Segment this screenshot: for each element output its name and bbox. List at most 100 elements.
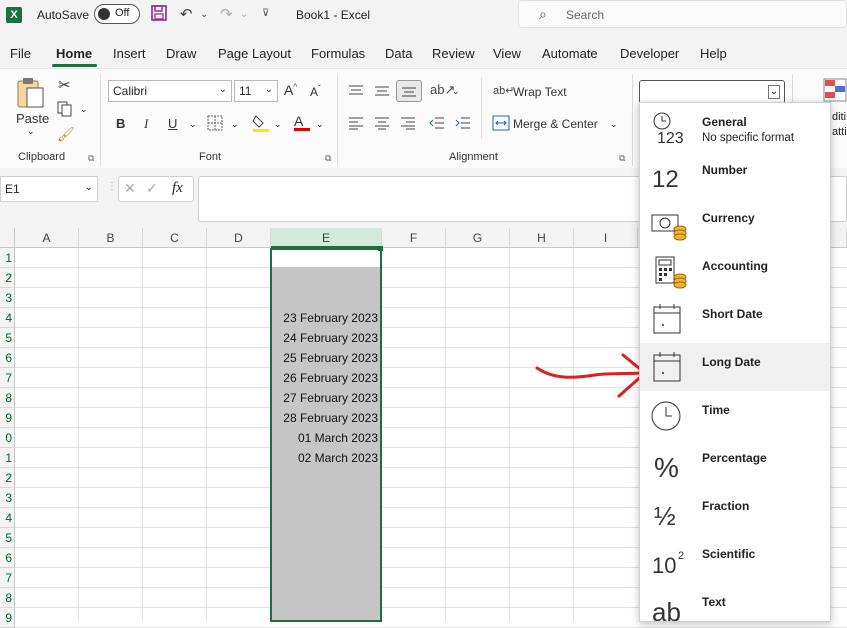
borders-icon[interactable] [207,115,223,134]
name-box[interactable]: E1 ⌄ [0,176,98,202]
cancel-icon[interactable]: ✕ [124,180,136,197]
row-header[interactable]: 6 [0,548,15,568]
copy-icon[interactable] [57,101,73,120]
fill-color-icon[interactable] [252,113,270,136]
undo-dropdown-icon[interactable]: ⌄ [200,9,208,20]
row-header[interactable]: 4 [0,508,15,528]
tab-formulas[interactable]: Formulas [311,46,365,61]
align-left-icon[interactable] [348,116,364,133]
format-option-general[interactable]: 123 General No specific format [640,103,830,151]
save-icon[interactable] [151,5,167,25]
increase-font-size-icon[interactable]: A^ [284,82,297,98]
underline-button[interactable]: U [168,116,177,131]
format-option-long-date[interactable]: Long Date [640,343,830,391]
redo-dropdown-icon[interactable]: ⌄ [240,9,248,20]
insert-function-button[interactable]: fx [172,180,183,197]
row-header[interactable]: 7 [0,568,15,588]
column-header-c[interactable]: C [143,228,207,248]
customize-qat-icon[interactable]: ⊽ [262,8,269,19]
font-launcher-icon[interactable]: ⧉ [325,153,331,164]
underline-dropdown-icon[interactable]: ⌄ [189,119,197,130]
borders-dropdown-icon[interactable]: ⌄ [231,119,239,130]
row-header[interactable]: 0 [0,428,15,448]
font-name-combo[interactable]: Calibri ⌄ [108,80,232,102]
align-center-icon[interactable] [374,116,390,133]
column-header-i[interactable]: I [574,228,638,248]
column-header-a[interactable]: A [15,228,79,248]
cut-icon[interactable]: ✂ [58,76,71,94]
row-header[interactable]: 9 [0,608,15,628]
font-size-combo[interactable]: 11 ⌄ [234,80,278,102]
format-option-text[interactable]: ab Text [640,583,830,621]
fill-color-dropdown-icon[interactable]: ⌄ [274,119,282,130]
format-option-percentage[interactable]: % Percentage [640,439,830,487]
number-format-combo[interactable]: ⌄ [639,80,785,104]
row-header[interactable]: 9 [0,408,15,428]
autosave-toggle[interactable]: Off [94,4,140,24]
row-header[interactable]: 5 [0,328,15,348]
row-header[interactable]: 8 [0,588,15,608]
column-header-g[interactable]: G [446,228,510,248]
decrease-indent-icon[interactable] [429,116,445,133]
row-header[interactable]: 3 [0,488,15,508]
font-color-dropdown-icon[interactable]: ⌄ [316,119,324,130]
column-header-e[interactable]: E [271,228,382,248]
row-header[interactable]: 8 [0,388,15,408]
tab-automate[interactable]: Automate [542,46,598,61]
column-header-f[interactable]: F [382,228,446,248]
tab-review[interactable]: Review [432,46,475,61]
tab-page-layout[interactable]: Page Layout [218,46,291,61]
row-header[interactable]: 1 [0,248,15,268]
format-option-accounting[interactable]: Accounting [640,247,830,295]
middle-align-icon[interactable] [374,84,390,101]
increase-indent-icon[interactable] [455,116,471,133]
format-option-time[interactable]: Time [640,391,830,439]
tab-view[interactable]: View [493,46,521,61]
search-box[interactable]: ⌕ Search [518,0,847,28]
row-header[interactable]: 3 [0,288,15,308]
tab-file[interactable]: File [10,46,31,61]
tab-developer[interactable]: Developer [620,46,679,61]
alignment-launcher-icon[interactable]: ⧉ [619,153,625,164]
tab-data[interactable]: Data [385,46,412,61]
merge-center-button[interactable]: Merge & Center [513,117,598,131]
bottom-align-button[interactable] [396,80,422,102]
merge-dropdown-icon[interactable]: ⌄ [610,119,618,130]
column-header-d[interactable]: D [207,228,271,248]
clipboard-launcher-icon[interactable]: ⧉ [88,153,94,164]
column-header-h[interactable]: H [510,228,574,248]
format-option-scientific[interactable]: 10 2 Scientific [640,535,830,583]
format-painter-icon[interactable]: 🖌 [57,126,75,143]
tab-help[interactable]: Help [700,46,727,61]
tab-draw[interactable]: Draw [166,46,196,61]
redo-icon[interactable]: ↷ [220,5,233,23]
align-right-icon[interactable] [400,116,416,133]
decrease-font-size-icon[interactable]: Aˇ [310,84,321,99]
row-header[interactable]: 2 [0,268,15,288]
top-align-icon[interactable] [348,84,364,101]
font-color-icon[interactable]: A [294,113,310,131]
tab-home[interactable]: Home [56,46,92,61]
orientation-dropdown-icon[interactable]: ⌄ [452,86,460,97]
row-header[interactable]: 1 [0,448,15,468]
bold-button[interactable]: B [116,116,125,131]
row-header[interactable]: 2 [0,468,15,488]
column-header-b[interactable]: B [79,228,143,248]
paste-button[interactable] [14,76,46,113]
enter-check-icon[interactable]: ✓ [146,180,158,197]
select-all-corner[interactable] [0,228,15,248]
row-header[interactable]: 5 [0,528,15,548]
format-option-number[interactable]: 12 Number [640,151,830,199]
paste-dropdown-icon[interactable]: ⌄ [27,126,35,137]
format-option-short-date[interactable]: Short Date [640,295,830,343]
italic-button[interactable]: I [144,116,148,132]
fill-handle[interactable] [378,246,383,251]
copy-dropdown-icon[interactable]: ⌄ [80,104,88,115]
undo-icon[interactable]: ↶ [180,5,193,23]
row-header[interactable]: 7 [0,368,15,388]
tab-insert[interactable]: Insert [113,46,146,61]
wrap-text-button[interactable]: Wrap Text [513,85,567,99]
format-option-currency[interactable]: Currency [640,199,830,247]
conditional-formatting-icon[interactable] [823,78,847,105]
format-option-fraction[interactable]: ½ Fraction [640,487,830,535]
